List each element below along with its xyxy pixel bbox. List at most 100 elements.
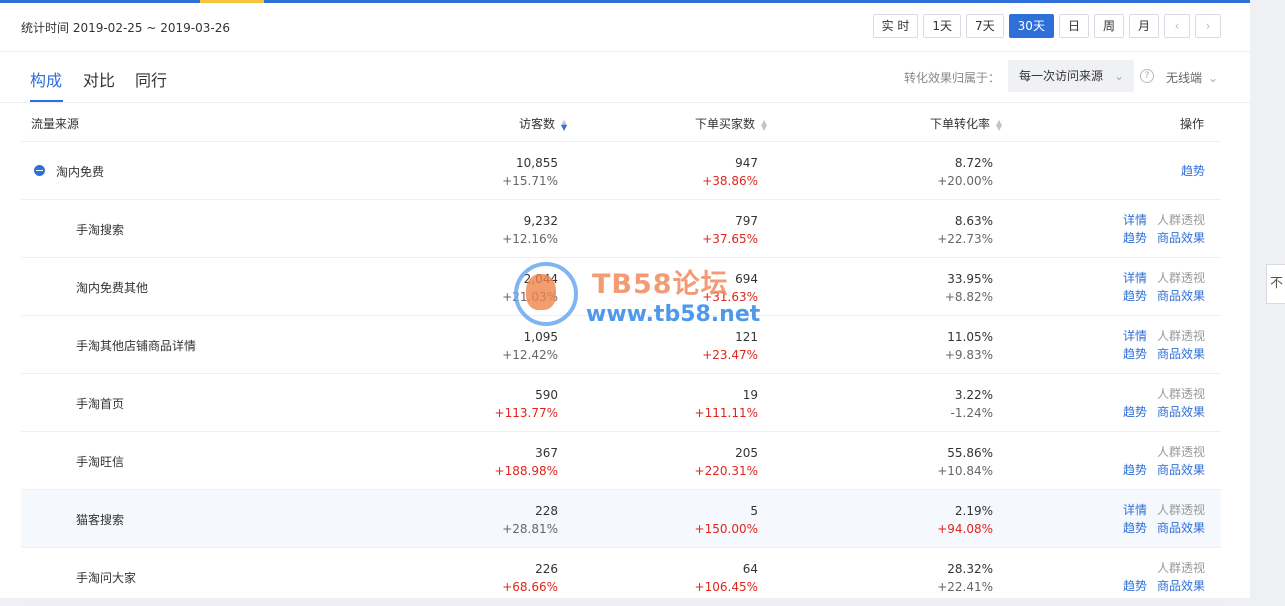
range-month-button[interactable]: 月 bbox=[1128, 14, 1159, 38]
buyers-cell: 64 +106.45% bbox=[695, 560, 758, 596]
rate-change: +94.08% bbox=[937, 522, 993, 536]
rate-value: 8.72% bbox=[954, 156, 993, 170]
next-period-icon[interactable]: › bbox=[1195, 14, 1221, 38]
prev-period-icon[interactable]: ‹ bbox=[1164, 14, 1190, 38]
trend-link[interactable]: 趋势 bbox=[1123, 229, 1147, 247]
col-visitors[interactable]: 访客数 ▲ ▼ bbox=[519, 115, 567, 132]
time-range-switcher: 实 时 1天 7天 30天 日 周 月 ‹ › bbox=[872, 14, 1221, 38]
collapse-icon[interactable] bbox=[34, 165, 45, 176]
visitors-cell: 228 +28.81% bbox=[502, 502, 558, 538]
rate-cell: 2.19% +94.08% bbox=[937, 502, 993, 538]
rate-cell: 33.95% +8.82% bbox=[945, 270, 993, 306]
buyers-value: 19 bbox=[742, 388, 758, 402]
trend-link[interactable]: 趋势 bbox=[1123, 345, 1147, 363]
source-name: 手淘搜索 bbox=[76, 223, 125, 237]
source-name: 手淘问大家 bbox=[76, 571, 137, 585]
range-7day-button[interactable]: 7天 bbox=[966, 14, 1004, 38]
range-30day-button[interactable]: 30天 bbox=[1008, 14, 1054, 38]
trend-link[interactable]: 趋势 bbox=[1123, 461, 1147, 479]
panel-header: 统计时间 2019-02-25 ~ 2019-03-26 实 时 1天 7天 3… bbox=[0, 3, 1250, 52]
buyers-change: +106.45% bbox=[694, 580, 758, 594]
trend-link[interactable]: 趋势 bbox=[1123, 519, 1147, 537]
buyers-change: +111.11% bbox=[694, 406, 758, 420]
source-name: 猫客搜索 bbox=[76, 513, 125, 527]
col-buyers[interactable]: 下单买家数 ▲ ▼ bbox=[695, 115, 767, 132]
row-actions: 趋势 bbox=[1105, 153, 1205, 193]
trend-link[interactable]: 趋势 bbox=[1123, 403, 1147, 421]
trend-link[interactable]: 趋势 bbox=[1123, 577, 1147, 595]
attribution-select[interactable]: 每一次访问来源 ⌄ bbox=[1008, 60, 1134, 92]
sort-icon[interactable]: ▲ ▼ bbox=[561, 118, 567, 131]
table-row: 淘内免费 10,855 +15.71% 947 +38.86% 8.72% +20.00% 趋… bbox=[21, 142, 1221, 200]
range-1day-button[interactable]: 1天 bbox=[923, 14, 962, 38]
range-week-button[interactable]: 周 bbox=[1093, 14, 1124, 38]
goods-effect-link[interactable]: 商品效果 bbox=[1157, 519, 1205, 537]
source-name[interactable]: 淘内免费 bbox=[56, 163, 104, 180]
visitors-change: +15.71% bbox=[502, 174, 558, 188]
goods-effect-link[interactable]: 商品效果 bbox=[1157, 229, 1205, 247]
range-day-button[interactable]: 日 bbox=[1058, 14, 1089, 38]
visitors-change: +12.16% bbox=[502, 232, 558, 246]
crowd-link[interactable]: 人群透视 bbox=[1157, 559, 1205, 577]
buyers-value: 205 bbox=[735, 446, 758, 460]
rate-cell: 11.05% +9.83% bbox=[945, 328, 993, 364]
tab-compare[interactable]: 对比 bbox=[83, 67, 115, 91]
sort-icon[interactable]: ▲ ▼ bbox=[996, 118, 1002, 131]
device-select[interactable]: 无线端 ⌄ bbox=[1166, 69, 1218, 86]
tab-composition[interactable]: 构成 bbox=[30, 67, 62, 91]
active-tab-indicator bbox=[30, 100, 63, 102]
crowd-link[interactable]: 人群透视 bbox=[1157, 211, 1205, 229]
side-float-tab[interactable]: 不 bbox=[1266, 264, 1285, 304]
rate-value: 33.95% bbox=[947, 272, 993, 286]
tab-bar: 构成 对比 同行 转化效果归属于： 每一次访问来源 ⌄ ? 无线端 ⌄ bbox=[0, 52, 1250, 103]
attribution-label: 转化效果归属于： bbox=[904, 71, 1001, 85]
col-visitors-label: 访客数 bbox=[519, 117, 556, 131]
visitors-cell: 10,855 +15.71% bbox=[502, 154, 558, 190]
sort-icon[interactable]: ▲ ▼ bbox=[761, 118, 767, 131]
crowd-link[interactable]: 人群透视 bbox=[1157, 269, 1205, 287]
row-actions: 人群透视 趋势 商品效果 bbox=[1105, 559, 1205, 599]
visitors-cell: 367 +188.98% bbox=[495, 444, 558, 480]
rate-cell: 28.32% +22.41% bbox=[937, 560, 993, 596]
visitors-change: +113.77% bbox=[494, 406, 558, 420]
visitors-cell: 9,232 +12.16% bbox=[502, 212, 558, 248]
rate-cell: 8.72% +20.00% bbox=[937, 154, 993, 190]
detail-link[interactable]: 详情 bbox=[1123, 501, 1147, 519]
row-actions: 详情 人群透视 趋势 商品效果 bbox=[1105, 501, 1205, 541]
rate-change: +22.73% bbox=[937, 232, 993, 246]
detail-link[interactable]: 详情 bbox=[1123, 327, 1147, 345]
visitors-cell: 590 +113.77% bbox=[495, 386, 558, 422]
col-rate[interactable]: 下单转化率 ▲ ▼ bbox=[930, 115, 1002, 132]
goods-effect-link[interactable]: 商品效果 bbox=[1157, 577, 1205, 595]
help-icon[interactable]: ? bbox=[1140, 69, 1154, 83]
row-actions: 详情 人群透视 趋势 商品效果 bbox=[1105, 211, 1205, 251]
rate-value: 11.05% bbox=[947, 330, 993, 344]
goods-effect-link[interactable]: 商品效果 bbox=[1157, 403, 1205, 421]
row-actions: 人群透视 趋势 商品效果 bbox=[1105, 443, 1205, 483]
buyers-cell: 205 +220.31% bbox=[695, 444, 758, 480]
hand-icon bbox=[526, 274, 556, 310]
visitors-value: 367 bbox=[535, 446, 558, 460]
source-name: 手淘首页 bbox=[76, 397, 125, 411]
goods-effect-link[interactable]: 商品效果 bbox=[1157, 461, 1205, 479]
crowd-link[interactable]: 人群透视 bbox=[1157, 385, 1205, 403]
goods-effect-link[interactable]: 商品效果 bbox=[1157, 345, 1205, 363]
range-realtime-button[interactable]: 实 时 bbox=[872, 14, 919, 38]
row-actions: 详情 人群透视 趋势 商品效果 bbox=[1105, 327, 1205, 367]
visitors-value: 226 bbox=[535, 562, 558, 576]
rate-cell: 8.63% +22.73% bbox=[937, 212, 993, 248]
visitors-cell: 226 +68.66% bbox=[502, 560, 558, 596]
crowd-link[interactable]: 人群透视 bbox=[1157, 443, 1205, 461]
crowd-link[interactable]: 人群透视 bbox=[1157, 327, 1205, 345]
crowd-link[interactable]: 人群透视 bbox=[1157, 501, 1205, 519]
buyers-change: +37.65% bbox=[702, 232, 758, 246]
visitors-value: 228 bbox=[535, 504, 558, 518]
visitors-cell: 1,095 +12.42% bbox=[502, 328, 558, 364]
tab-peers[interactable]: 同行 bbox=[135, 67, 167, 91]
detail-link[interactable]: 详情 bbox=[1123, 211, 1147, 229]
trend-link[interactable]: 趋势 bbox=[1123, 287, 1147, 305]
buyers-cell: 5 +150.00% bbox=[695, 502, 758, 538]
detail-link[interactable]: 详情 bbox=[1123, 269, 1147, 287]
goods-effect-link[interactable]: 商品效果 bbox=[1157, 287, 1205, 305]
trend-link[interactable]: 趋势 bbox=[1181, 162, 1205, 180]
